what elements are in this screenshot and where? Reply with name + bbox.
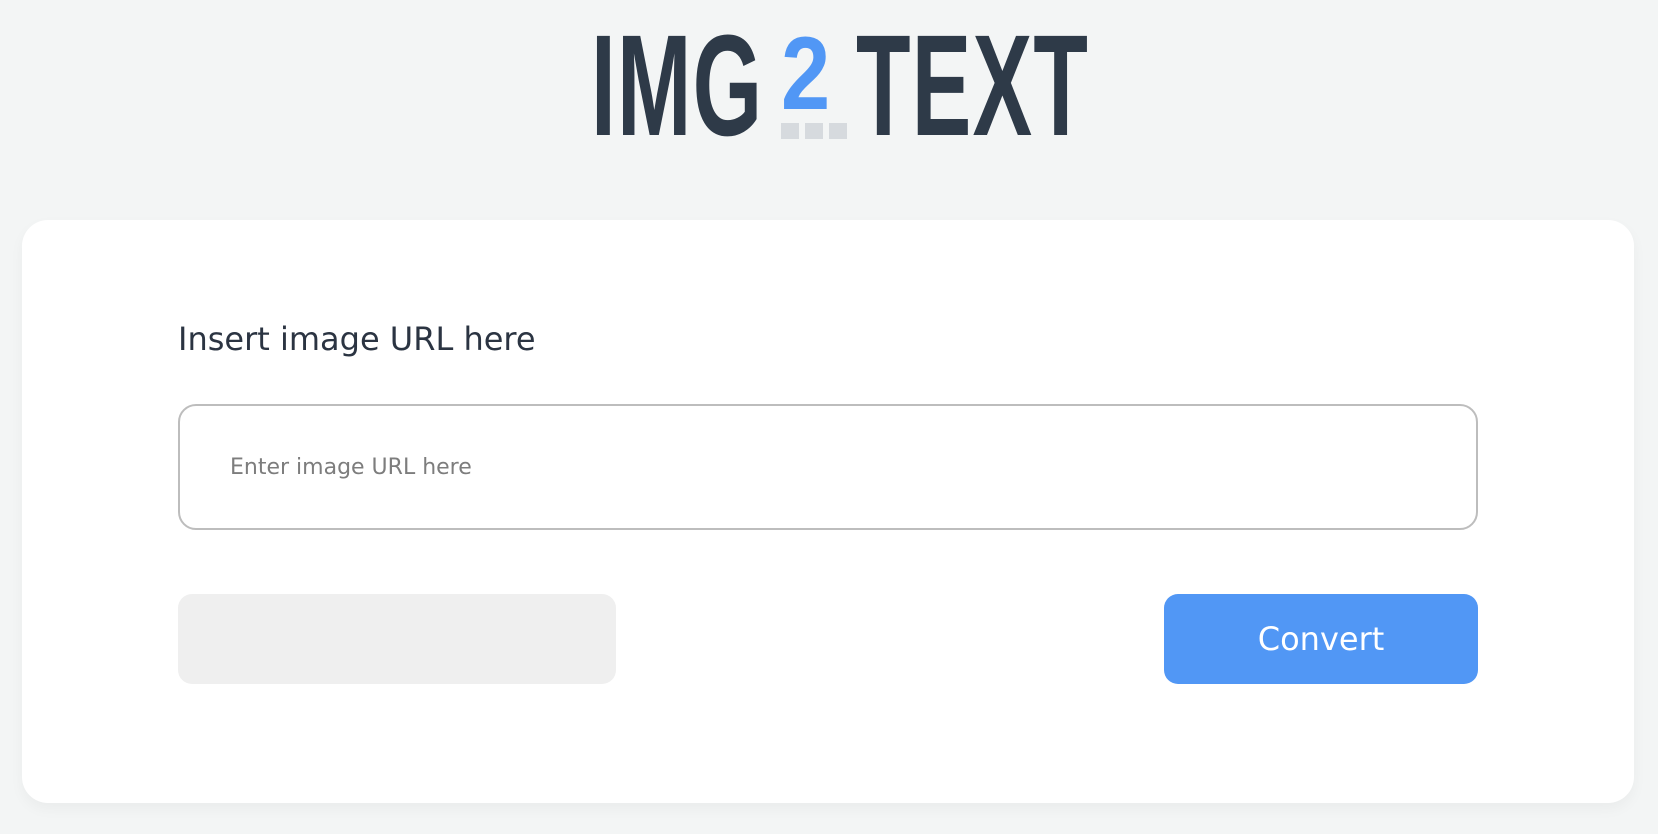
logo-two-part: 2 [781, 22, 853, 144]
options-placeholder-box [178, 594, 616, 684]
url-label: Insert image URL here [178, 320, 536, 358]
logo-dots-icon [781, 123, 847, 139]
convert-button[interactable]: Convert [1164, 594, 1478, 684]
converter-card: Insert image URL here Convert [22, 220, 1634, 803]
image-url-input[interactable] [178, 404, 1478, 530]
site-logo: IMG 2 TEXT [591, 14, 1088, 158]
logo-text-part: TEXT [856, 5, 1090, 166]
